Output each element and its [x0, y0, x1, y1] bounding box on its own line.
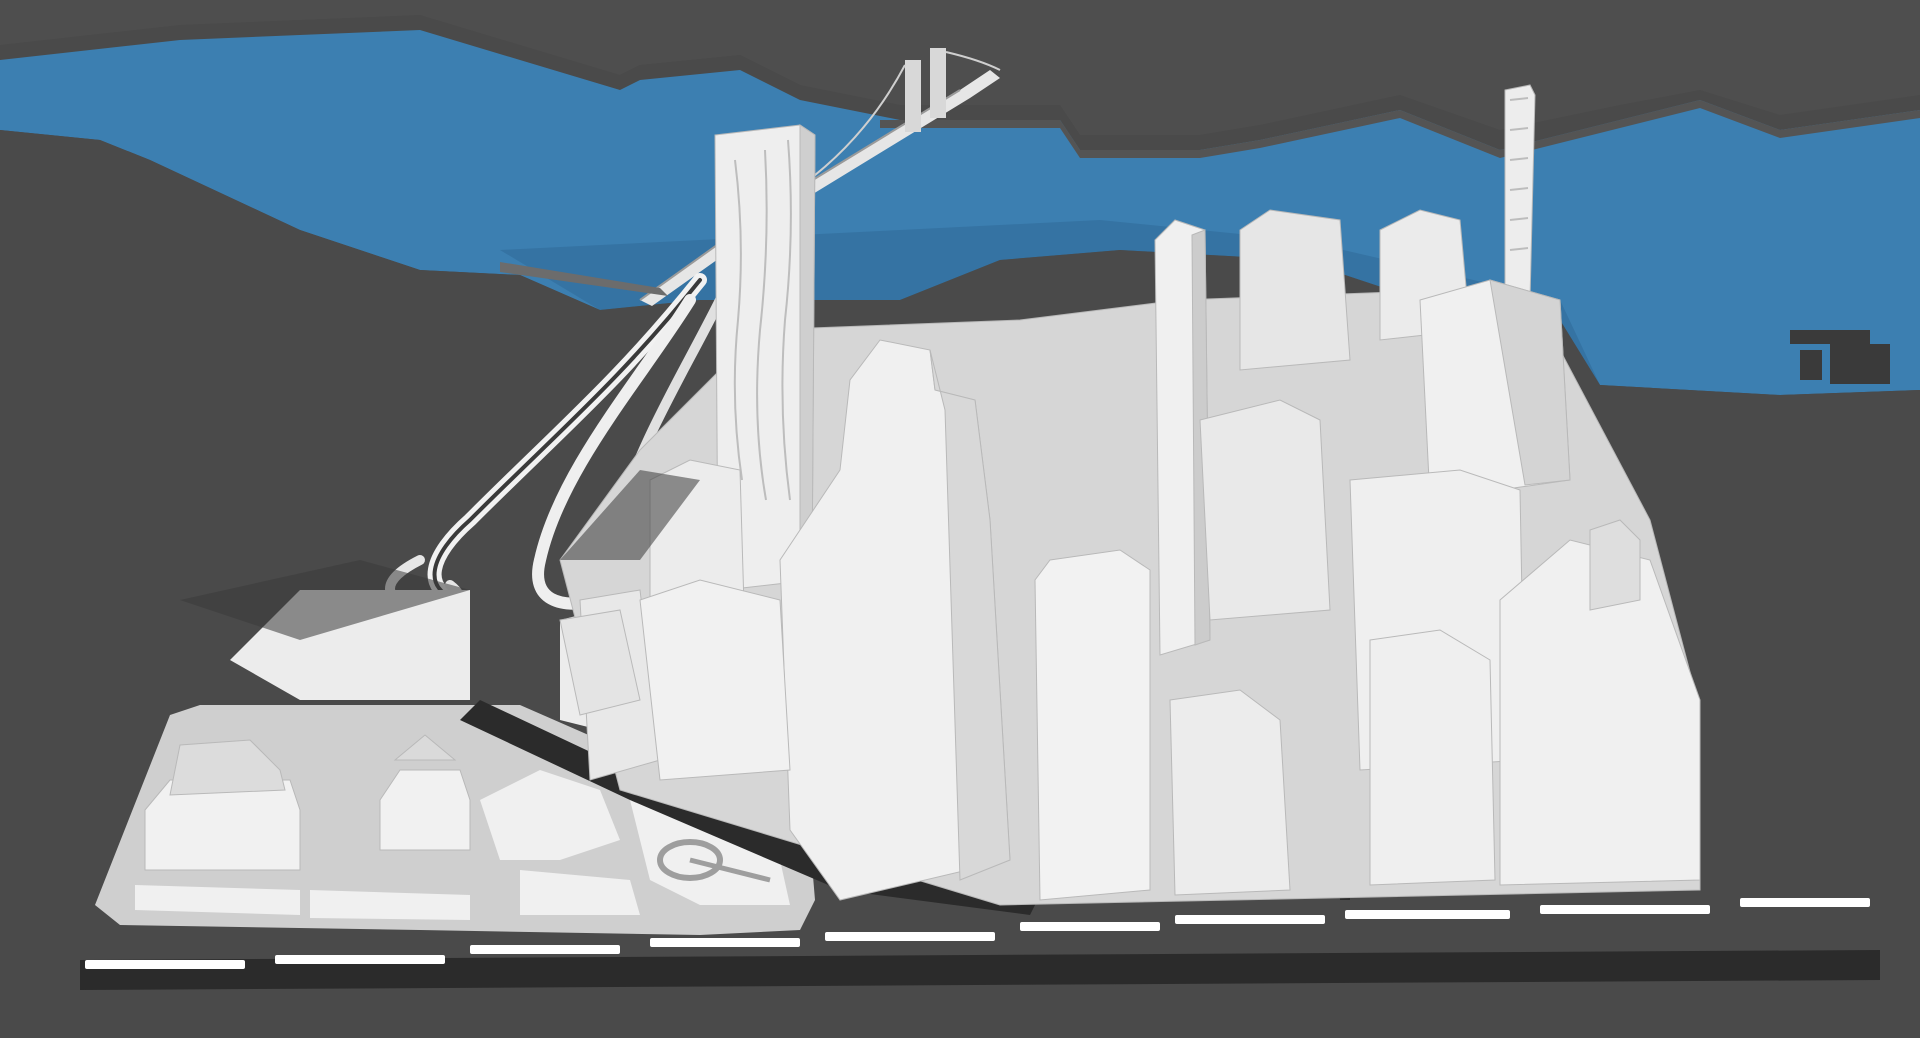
thin-spire-tower [1504, 84, 1536, 306]
city-model-scene [0, 0, 1920, 1038]
